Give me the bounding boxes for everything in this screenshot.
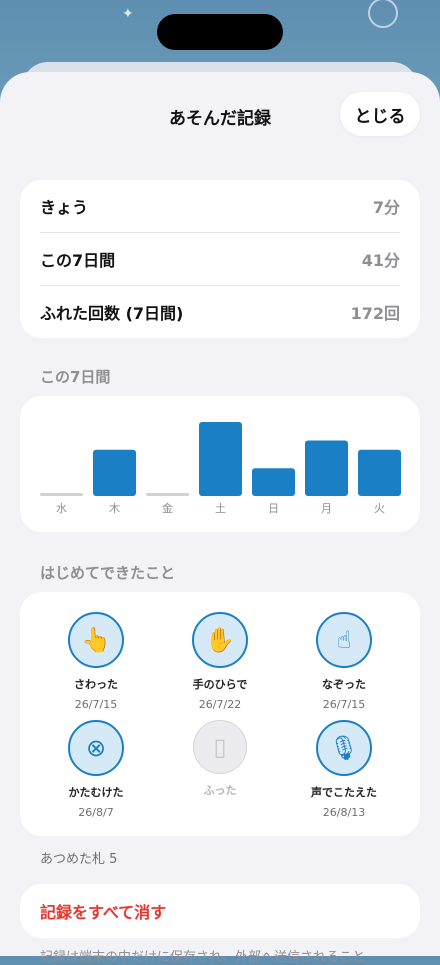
achievement-date: 26/7/22	[198, 698, 242, 711]
tilt-globe-icon: ⊗	[68, 720, 124, 776]
stat-value: 41分	[361, 251, 400, 270]
firsts-card: 👆 さわった 26/7/15 ✋ 手のひらで 26/7/22 ☝ なぞった 26…	[20, 592, 420, 836]
day-label: 水	[56, 502, 67, 515]
bar-火	[358, 449, 401, 496]
week-bar-chart: 水木金土日月火	[40, 422, 401, 515]
achievement-tilted: ⊗ かたむけた 26/8/7	[41, 720, 151, 819]
delete-all-records-button[interactable]: 記録をすべて消す	[40, 899, 166, 923]
day-label: 月	[321, 502, 332, 515]
week-section-title: この7日間	[40, 368, 111, 386]
achievement-traced: ☝ なぞった 26/7/15	[289, 612, 399, 711]
day-label: 日	[268, 502, 279, 515]
close-button[interactable]: とじる	[340, 92, 420, 136]
achievement-voice: 🎙 声でこたえた 26/8/13	[289, 720, 399, 819]
collected-cards-count: あつめた札 5	[40, 852, 118, 867]
stat-row-today: きょう 7分	[40, 180, 400, 232]
reset-card[interactable]: 記録をすべて消す	[20, 884, 420, 938]
achievement-date: 26/7/15	[74, 698, 118, 711]
achievement-date: 26/7/15	[322, 698, 366, 711]
stat-value: 7分	[372, 198, 400, 217]
bar-月	[305, 440, 348, 496]
achievement-name: 手のひらで	[192, 678, 248, 691]
bar-金	[146, 493, 189, 496]
achievement-name: かたむけた	[68, 786, 124, 799]
achievement-shook: ▯ ふった	[165, 720, 275, 798]
firsts-section-title: はじめてできたこと	[40, 564, 176, 582]
day-label: 火	[374, 502, 385, 515]
stat-row-week: この7日間 41分	[40, 232, 400, 285]
stat-value: 172回	[350, 304, 400, 323]
achievement-palm: ✋ 手のひらで 26/7/22	[165, 612, 275, 711]
stat-row-touches: ふれた回数 (7日間) 172回	[40, 285, 400, 338]
achievement-name: さわった	[74, 678, 118, 691]
day-label: 土	[215, 502, 226, 515]
day-label: 金	[162, 501, 173, 515]
achievement-name: ふった	[203, 784, 237, 797]
stat-label: ふれた回数 (7日間)	[40, 304, 184, 323]
tap-hand-icon: 👆	[68, 612, 124, 668]
background-sparkle: ✦	[122, 6, 134, 22]
microphone-icon: 🎙	[316, 720, 372, 776]
bar-水	[40, 493, 83, 496]
achievement-touched: 👆 さわった 26/7/15	[41, 612, 151, 711]
swipe-hand-icon: ☝	[316, 612, 372, 668]
bar-日	[252, 468, 295, 496]
week-chart-card: 水木金土日月火	[20, 396, 420, 532]
background-bubble	[368, 0, 398, 28]
stat-label: きょう	[40, 198, 89, 217]
records-sheet: あそんだ記録 とじる きょう 7分 この7日間 41分 ふれた回数 (7日間) …	[0, 72, 440, 965]
bar-土	[199, 422, 242, 496]
achievement-name: なぞった	[322, 678, 366, 691]
achievement-name: 声でこたえた	[311, 786, 377, 799]
palm-icon: ✋	[192, 612, 248, 668]
stats-card: きょう 7分 この7日間 41分 ふれた回数 (7日間) 172回	[20, 180, 420, 338]
shake-phone-icon: ▯	[193, 720, 247, 774]
achievement-date: 26/8/13	[322, 806, 366, 819]
sheet-header: あそんだ記録 とじる	[0, 92, 440, 136]
bar-木	[93, 449, 136, 496]
day-label: 木	[109, 502, 120, 515]
stat-label: この7日間	[40, 251, 116, 270]
achievement-date: 26/8/7	[78, 806, 114, 819]
dynamic-island	[157, 14, 283, 50]
